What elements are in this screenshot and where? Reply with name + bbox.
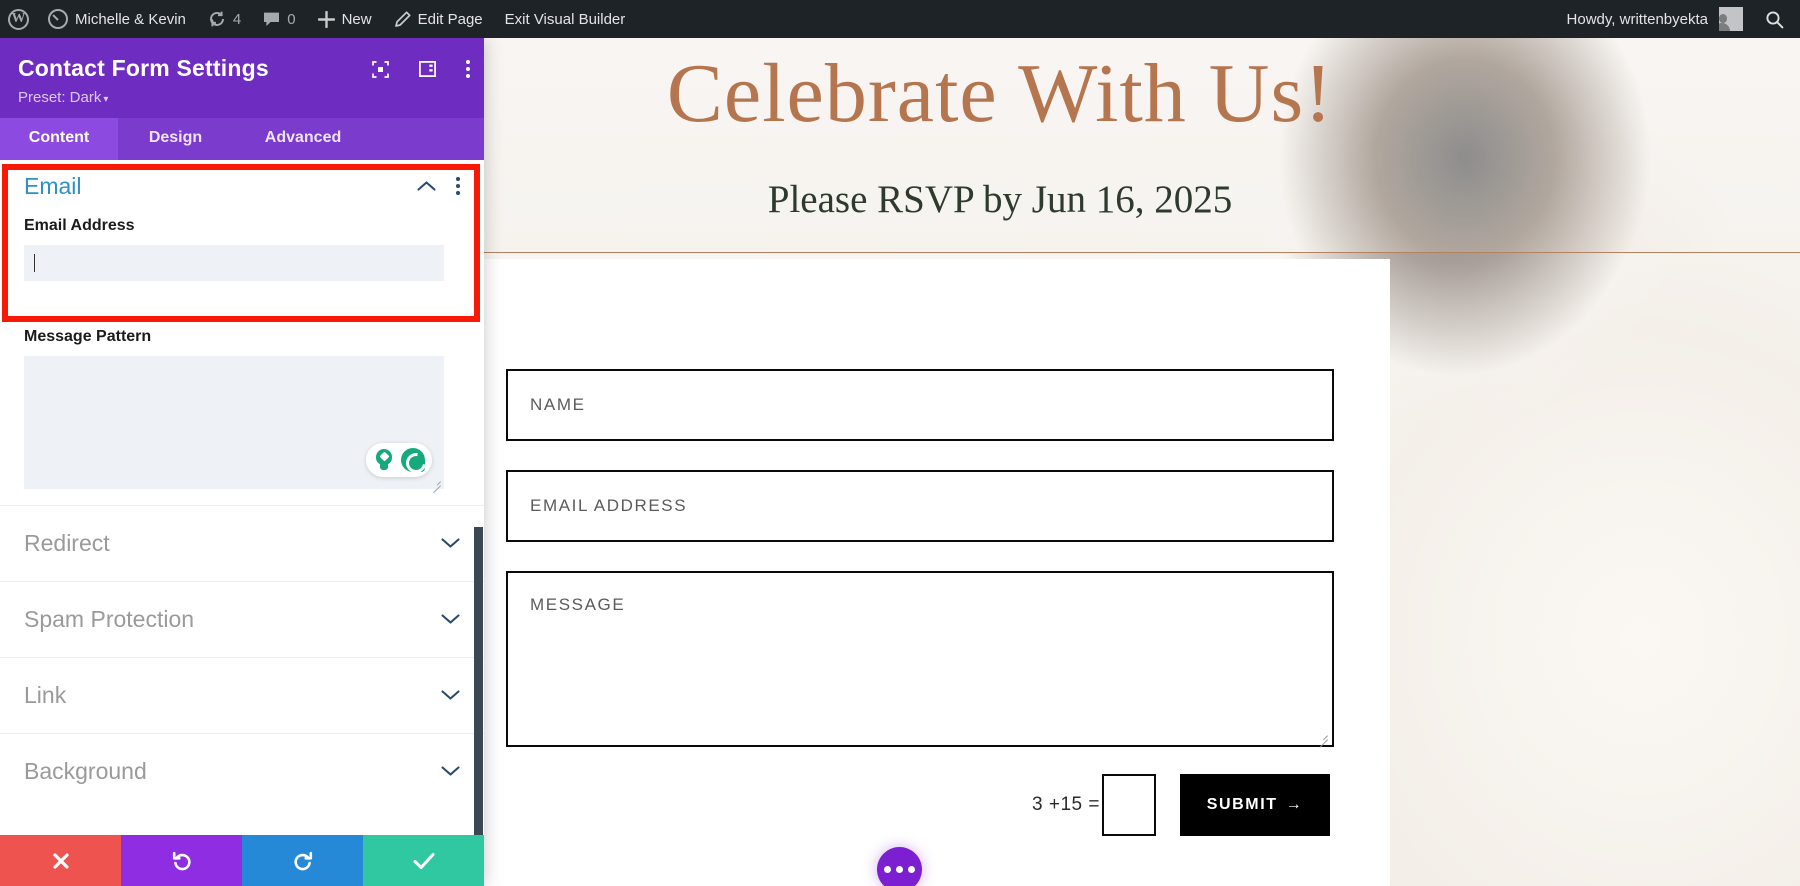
exit-visual-builder-button[interactable]: Exit Visual Builder — [494, 0, 637, 38]
submit-button-label: SUBMIT — [1206, 796, 1278, 813]
contact-form-module: NAME EMAIL ADDRESS MESSAGE 3 +15 = SUBMI… — [482, 259, 1390, 886]
avatar-icon — [1719, 7, 1743, 31]
plus-icon — [317, 10, 335, 28]
gauge-icon — [48, 9, 68, 29]
new-content-label: New — [341, 10, 372, 28]
exit-visual-builder-label: Exit Visual Builder — [504, 10, 626, 28]
expand-target-icon[interactable] — [372, 60, 389, 78]
panel-scrollbar[interactable] — [474, 527, 483, 857]
panel-header: Contact Form Settings Preset: Dark ▾ — [0, 38, 484, 118]
email-address-field[interactable] — [24, 245, 444, 281]
grammarly-widget[interactable] — [366, 443, 432, 477]
section-background: Background — [0, 733, 484, 809]
panel-footer-actions — [0, 835, 484, 886]
message-textarea[interactable]: MESSAGE — [506, 571, 1334, 747]
redo-arrow-icon — [293, 851, 312, 870]
section-redirect-title: Redirect — [24, 529, 110, 556]
email-address-label: Email Address — [24, 217, 135, 234]
section-email: Email Email Address — [0, 160, 484, 281]
wordpress-logo-icon: W — [8, 8, 29, 30]
section-background-title: Background — [24, 757, 147, 784]
resize-handle-icon[interactable] — [430, 476, 441, 487]
preset-selector[interactable]: Preset: Dark ▾ — [18, 89, 466, 106]
checkmark-icon — [413, 852, 434, 869]
wp-admin-bar: W Michelle & Kevin 4 0 New Edit Page Exi… — [0, 0, 1800, 38]
tab-advanced[interactable]: Advanced — [233, 118, 373, 160]
close-x-icon — [52, 852, 69, 869]
section-email-header[interactable]: Email — [24, 160, 460, 212]
message-pattern-field[interactable] — [24, 356, 444, 489]
captcha-input[interactable] — [1102, 774, 1156, 836]
chevron-down-icon[interactable] — [441, 613, 460, 625]
section-email-icons — [417, 177, 460, 195]
grammarly-g-icon[interactable] — [401, 448, 425, 472]
search-button[interactable] — [1754, 0, 1800, 38]
section-link: Link — [0, 657, 484, 733]
new-content-menu[interactable]: New — [307, 0, 383, 38]
pencil-icon — [394, 10, 411, 28]
message-pattern-label: Message Pattern — [24, 328, 152, 345]
section-redirect: Redirect — [0, 505, 484, 581]
grammarly-bulb-icon[interactable] — [373, 449, 395, 471]
comments-menu[interactable]: 0 — [252, 0, 306, 38]
chevron-down-icon[interactable] — [441, 537, 460, 549]
undo-arrow-icon — [172, 851, 191, 870]
search-icon — [1765, 10, 1784, 29]
site-name-menu[interactable]: Michelle & Kevin — [37, 0, 197, 38]
tab-design[interactable]: Design — [118, 118, 233, 160]
panel-header-icons — [372, 60, 470, 78]
section-spam-protection-title: Spam Protection — [24, 605, 195, 632]
comments-count: 0 — [287, 10, 296, 28]
chevron-down-icon[interactable] — [441, 689, 460, 701]
chevron-up-icon[interactable] — [417, 180, 436, 192]
tab-content[interactable]: Content — [0, 118, 118, 160]
module-actions-fab[interactable] — [877, 847, 922, 886]
comment-bubble-icon — [263, 11, 280, 28]
section-email-title: Email — [24, 172, 82, 199]
updates-menu[interactable]: 4 — [197, 0, 252, 38]
save-button[interactable] — [363, 835, 484, 886]
section-link-title: Link — [24, 681, 67, 708]
visual-builder-screen: Celebrate With Us! Please RSVP by Jun 16… — [0, 0, 1800, 886]
updates-icon — [208, 10, 226, 28]
section-spam-protection: Spam Protection — [0, 581, 484, 657]
arrow-right-icon: → — [1285, 796, 1304, 813]
resize-handle-icon[interactable] — [1316, 730, 1328, 742]
edit-page-menu[interactable]: Edit Page — [383, 0, 494, 38]
section-background-header[interactable]: Background — [24, 733, 460, 809]
edit-page-label: Edit Page — [417, 10, 483, 28]
updates-count: 4 — [232, 10, 242, 28]
redo-button[interactable] — [242, 835, 363, 886]
preset-label: Preset: Dark — [18, 89, 102, 106]
email-address-input[interactable]: EMAIL ADDRESS — [506, 470, 1334, 542]
account-menu[interactable]: Howdy, writtenbyekta — [1556, 0, 1754, 38]
ellipsis-icon-dot — [908, 866, 915, 873]
cancel-button[interactable] — [0, 835, 121, 886]
panel-more-options-icon[interactable] — [466, 60, 470, 78]
ellipsis-icon-dot — [896, 866, 903, 873]
name-input[interactable]: NAME — [506, 369, 1334, 441]
panel-layout-icon[interactable] — [419, 61, 436, 77]
section-redirect-header[interactable]: Redirect — [24, 505, 460, 581]
chevron-down-icon: ▾ — [103, 94, 109, 105]
section-spam-protection-header[interactable]: Spam Protection — [24, 581, 460, 657]
submit-button[interactable]: SUBMIT → — [1180, 774, 1330, 836]
message-placeholder: MESSAGE — [530, 595, 626, 614]
ellipsis-icon-dot — [884, 866, 891, 873]
text-cursor — [34, 254, 35, 272]
section-email-more-icon[interactable] — [456, 177, 460, 195]
panel-tabs: Content Design Advanced — [0, 118, 484, 160]
panel-body: Email Email Address Message Pattern Redi… — [0, 160, 484, 886]
undo-button[interactable] — [121, 835, 242, 886]
wordpress-logo-menu[interactable]: W — [0, 0, 37, 38]
contact-form-settings-panel: Contact Form Settings Preset: Dark ▾ Con… — [0, 38, 484, 886]
site-name-label: Michelle & Kevin — [75, 10, 186, 28]
howdy-label: Howdy, writtenbyekta — [1566, 10, 1708, 28]
chevron-down-icon[interactable] — [441, 765, 460, 777]
section-link-header[interactable]: Link — [24, 657, 460, 733]
captcha-question: 3 +15 = — [1032, 794, 1100, 815]
captcha-row: 3 +15 = SUBMIT → — [506, 759, 1334, 851]
setting-message-pattern: Message Pattern — [0, 308, 484, 489]
